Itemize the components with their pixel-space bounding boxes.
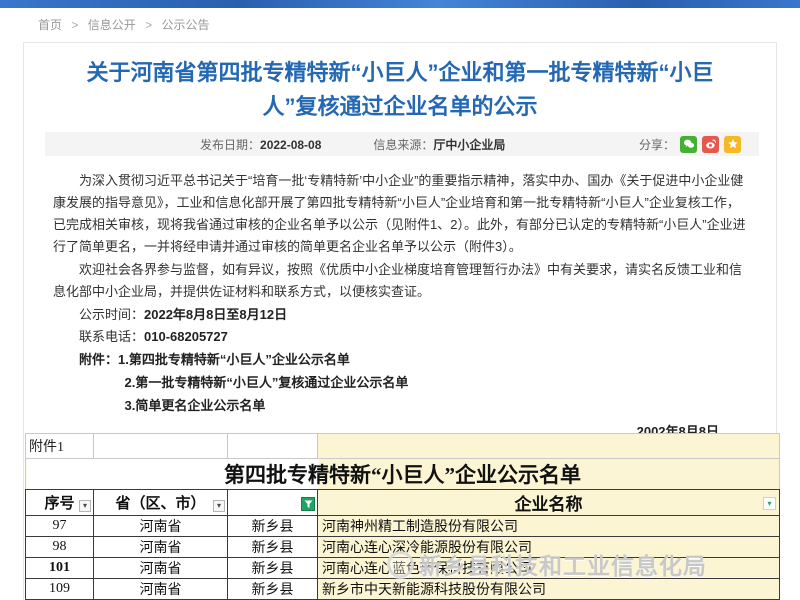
contact-phone-label: 联系电话： <box>79 329 144 344</box>
share-label: 分享： <box>639 136 675 153</box>
cell-county: 新乡县 <box>228 537 318 558</box>
table-row: 101 河南省 新乡县 河南心连心蓝色环保科技有限公司 <box>26 558 780 579</box>
table-title-row: 第四批专精特新“小巨人”企业公示名单 <box>26 459 780 490</box>
header-company: 企业名称 ▾ <box>318 490 780 516</box>
attachment-label: 附件： <box>79 352 118 367</box>
cell-county: 新乡县 <box>228 558 318 579</box>
cell-company: 河南神州精工制造股份有限公司 <box>318 516 780 537</box>
table-row: 98 河南省 新乡县 河南心连心深冷能源股份有限公司 <box>26 537 780 558</box>
breadcrumb-public-notice[interactable]: 公示公告 <box>161 18 209 32</box>
attachment-list: 附件：1.第四批专精特新“小巨人”企业公示名单 2.第一批专精特新“小巨人”复核… <box>53 348 749 417</box>
table-header-row: 序号 ▾ 省（区、市） ▾ 企业名称 ▾ <box>26 490 780 516</box>
breadcrumb-separator: > <box>71 18 78 32</box>
cell-company: 河南心连心深冷能源股份有限公司 <box>318 537 780 558</box>
article-body: 为深入贯彻习近平总书记关于“培育一批‘专精特新’中小企业”的重要指示精神，落实中… <box>53 170 749 443</box>
empty-cell <box>228 434 318 459</box>
empty-cell <box>318 434 780 459</box>
breadcrumb-info-disclosure[interactable]: 信息公开 <box>88 18 136 32</box>
attachment-item-1: 附件：1.第四批专精特新“小巨人”企业公示名单 <box>53 348 749 371</box>
cell-province: 河南省 <box>94 579 228 600</box>
page-title: 关于河南省第四批专精特新“小巨人”企业和第一批专精特新“小巨人”复核通过企业名单… <box>75 56 725 124</box>
enterprise-table: 附件1 第四批专精特新“小巨人”企业公示名单 序号 ▾ 省（区、市） ▾ 企业名称 ▾… <box>25 433 780 600</box>
filter-dropdown-icon[interactable]: ▾ <box>79 500 91 512</box>
attachment-tag-cell: 附件1 <box>26 434 94 459</box>
table-title: 第四批专精特新“小巨人”企业公示名单 <box>26 459 780 490</box>
weibo-icon[interactable] <box>702 136 719 153</box>
empty-cell <box>94 434 228 459</box>
header-province-label: 省（区、市） <box>115 496 205 512</box>
notice-period-value: 2022年8月8日至8月12日 <box>144 307 287 322</box>
favorite-star-icon[interactable] <box>724 136 741 153</box>
contact-phone-line: 联系电话：010-68205727 <box>53 326 749 348</box>
filter-dropdown-icon[interactable]: ▾ <box>213 500 225 512</box>
table-row: 97 河南省 新乡县 河南神州精工制造股份有限公司 <box>26 516 780 537</box>
notice-period-label: 公示时间： <box>79 307 144 322</box>
cell-seq: 97 <box>26 516 94 537</box>
cell-province: 河南省 <box>94 516 228 537</box>
info-source-value: 厅中小企业局 <box>433 138 505 152</box>
header-seq-label: 序号 <box>44 496 74 512</box>
cell-province: 河南省 <box>94 537 228 558</box>
header-company-label: 企业名称 <box>515 495 583 514</box>
attachment-item-3: 3.简单更名企业公示名单 <box>53 394 749 417</box>
article-meta-bar: 发布日期：2022-08-08 信息来源：厅中小企业局 分享： <box>45 132 759 156</box>
header-county <box>228 490 318 516</box>
attachment-tag-row: 附件1 <box>26 434 780 459</box>
paragraph: 欢迎社会各界参与监督，如有异议，按照《优质中小企业梯度培育管理暂行办法》中有关要… <box>53 259 749 303</box>
breadcrumb: 首页 > 信息公开 > 公示公告 <box>38 16 209 33</box>
table-row: 109 河南省 新乡县 新乡市中天新能源科技股份有限公司 <box>26 579 780 600</box>
attachment-1-text: 1.第四批专精特新“小巨人”企业公示名单 <box>118 352 350 367</box>
header-seq: 序号 ▾ <box>26 490 94 516</box>
cell-province: 河南省 <box>94 558 228 579</box>
notice-period-line: 公示时间：2022年8月8日至8月12日 <box>53 304 749 326</box>
share-bar: 分享： <box>639 136 741 153</box>
info-source: 信息来源：厅中小企业局 <box>373 136 505 153</box>
attachment1-spreadsheet: 附件1 第四批专精特新“小巨人”企业公示名单 序号 ▾ 省（区、市） ▾ 企业名称 ▾… <box>25 433 779 600</box>
breadcrumb-separator: > <box>145 18 152 32</box>
header-province: 省（区、市） ▾ <box>94 490 228 516</box>
publish-date-value: 2022-08-08 <box>260 138 321 152</box>
cell-county: 新乡县 <box>228 579 318 600</box>
publish-date-label: 发布日期： <box>200 138 260 152</box>
breadcrumb-home[interactable]: 首页 <box>38 18 62 32</box>
cell-seq: 98 <box>26 537 94 558</box>
cell-company: 河南心连心蓝色环保科技有限公司 <box>318 558 780 579</box>
cell-seq: 109 <box>26 579 94 600</box>
cell-company: 新乡市中天新能源科技股份有限公司 <box>318 579 780 600</box>
contact-phone-value: 010-68205727 <box>144 329 228 344</box>
paragraph: 为深入贯彻习近平总书记关于“培育一批‘专精特新’中小企业”的重要指示精神，落实中… <box>53 170 749 258</box>
filter-dropdown-icon[interactable]: ▾ <box>763 497 776 510</box>
cell-seq: 101 <box>26 558 94 579</box>
cell-county: 新乡县 <box>228 516 318 537</box>
publish-date: 发布日期：2022-08-08 <box>200 136 321 153</box>
filter-applied-icon[interactable] <box>301 497 315 511</box>
wechat-icon[interactable] <box>680 136 697 153</box>
info-source-label: 信息来源： <box>373 138 433 152</box>
top-nav-bar <box>0 0 800 8</box>
attachment-item-2: 2.第一批专精特新“小巨人”复核通过企业公示名单 <box>53 371 749 394</box>
